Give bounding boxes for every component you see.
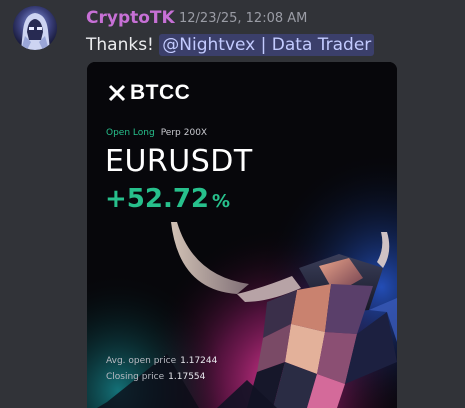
chat-message: CryptoTK 12/23/25, 12:08 AM Thanks! @Nig…	[0, 0, 465, 408]
position-type: Open Long	[106, 128, 155, 138]
hooded-robot-avatar-icon	[13, 6, 57, 50]
user-avatar[interactable]	[13, 6, 57, 50]
pnl-display: +52.72%	[105, 184, 230, 214]
trading-pair: EURUSDT	[105, 144, 253, 179]
message-text: Thanks!	[86, 35, 160, 55]
pnl-unit: %	[212, 191, 231, 212]
contract-type: Perp	[160, 128, 181, 138]
closing-price-row: Closing price 1.17554	[106, 372, 205, 382]
closing-price-label: Closing price	[106, 372, 165, 382]
avg-open-label: Avg. open price	[106, 356, 177, 366]
message-timestamp: 12/23/25, 12:08 AM	[179, 11, 308, 26]
btcc-logo: BTCC	[107, 81, 190, 105]
brand-name: BTCC	[130, 81, 191, 104]
leverage: 200X	[183, 128, 208, 138]
closing-price-value: 1.17554	[168, 372, 206, 382]
pnl-share-card[interactable]: BTCC Open Long Perp 200X EURUSDT +52.72% A…	[87, 62, 397, 408]
message-content: Thanks! @Nightvex | Data Trader	[86, 34, 375, 56]
username[interactable]: CryptoTK	[86, 8, 175, 28]
avg-open-value: 1.17244	[180, 356, 218, 366]
btcc-x-logo-icon	[108, 84, 126, 102]
user-mention[interactable]: @Nightvex | Data Trader	[159, 34, 375, 56]
pnl-value: +52.72	[105, 184, 210, 214]
position-info: Open Long Perp 200X	[106, 128, 207, 138]
avg-open-price-row: Avg. open price 1.17244	[106, 356, 217, 366]
